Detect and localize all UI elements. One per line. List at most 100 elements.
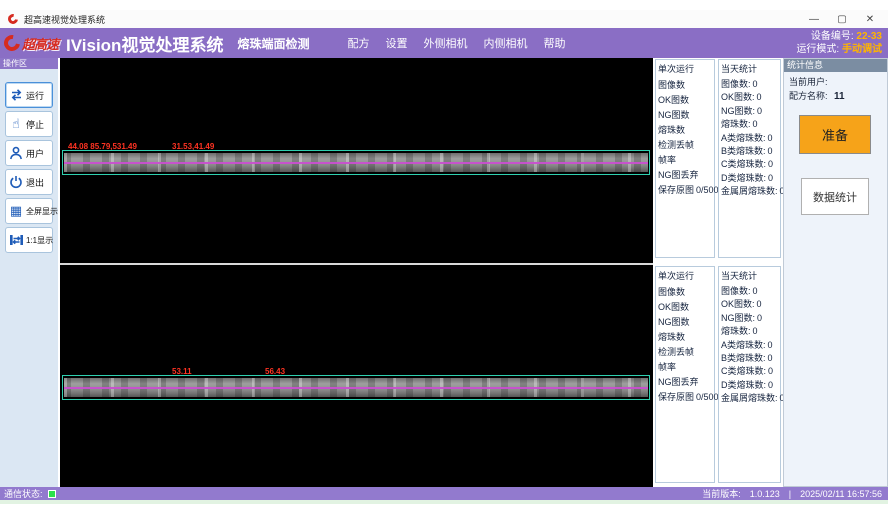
comm-status-label: 通信状态:	[4, 487, 43, 500]
exit-button[interactable]: 退出	[5, 169, 53, 195]
recipe-name-label: 配方名称:	[789, 91, 828, 101]
user-button[interactable]: 用户	[5, 140, 53, 166]
detection-box	[62, 150, 650, 175]
stat-row: 金属屑熔珠数:0	[719, 392, 780, 405]
camera1-stats-section: 单次运行 图像数 OK图数 NG图数 熔珠数 检测丢帧 帧率 NG图丢弃 保存原…	[655, 58, 781, 262]
single-run-title: 单次运行	[656, 267, 714, 285]
daily-stats-title: 当天统计	[719, 60, 780, 78]
stat-row: NG图数	[656, 315, 714, 330]
current-user-row: 当前用户:	[784, 75, 832, 88]
run-mode-value: 手动调试	[842, 44, 882, 55]
stat-row: 检测丢帧	[656, 345, 714, 360]
menu-item-recipe[interactable]: 配方	[347, 35, 369, 51]
bead-line	[64, 162, 648, 164]
outer-camera-image[interactable]: 44.08 85.79,531.49 31.53,41.49	[60, 58, 653, 263]
stat-row: 熔珠数	[656, 123, 714, 138]
stat-row: B类熔珠数:0	[719, 352, 780, 365]
fullscreen-button-label: 全屏显示	[26, 206, 58, 217]
prepare-button[interactable]: 准备	[799, 115, 871, 154]
inner-camera-image[interactable]: 53.11 56.43	[60, 265, 653, 487]
menu-item-outer-camera[interactable]: 外侧相机	[423, 35, 467, 51]
single-run-groupbox: 单次运行 图像数 OK图数 NG图数 熔珠数 检测丢帧 帧率 NG图丢弃 保存原…	[655, 59, 715, 258]
app-title: IVision视觉处理系统	[66, 31, 223, 56]
comm-status-indicator	[48, 490, 56, 498]
menu-item-settings[interactable]: 设置	[385, 35, 407, 51]
stat-row: 帧率	[656, 153, 714, 168]
camera2-stats-section: 单次运行 图像数 OK图数 NG图数 熔珠数 检测丢帧 帧率 NG图丢弃 保存原…	[655, 265, 781, 487]
stat-row: A类熔珠数:0	[719, 339, 780, 352]
recipe-name-row: 配方名称: 11	[784, 89, 845, 102]
main-menu: 配方 设置 外侧相机 内侧相机 帮助	[347, 35, 565, 51]
single-run-groupbox: 单次运行 图像数 OK图数 NG图数 熔珠数 检测丢帧 帧率 NG图丢弃 保存原…	[655, 266, 715, 483]
device-number-label: 设备编号:	[811, 31, 854, 42]
stat-row: B类熔珠数:0	[719, 145, 780, 158]
datetime-value: 2025/02/11 16:57:56	[800, 489, 882, 499]
brand-name: 超高速	[22, 34, 58, 53]
status-separator: |	[789, 489, 791, 499]
stat-row: 熔珠数:0	[719, 118, 780, 131]
stat-row: 图像数:0	[719, 78, 780, 91]
stat-row: D类熔珠数:0	[719, 379, 780, 392]
version-value: 1.0.123	[750, 489, 780, 499]
stat-row: NG图丢弃	[656, 375, 714, 390]
info-panel-title: 统计信息	[784, 59, 887, 72]
recipe-name-value: 11	[834, 91, 845, 102]
stat-row: OK图数:0	[719, 298, 780, 311]
close-button[interactable]: ✕	[856, 10, 884, 28]
exit-button-label: 退出	[26, 176, 44, 189]
stop-button-label: 停止	[26, 118, 44, 131]
taskbar-edge	[0, 500, 888, 504]
current-user-label: 当前用户:	[789, 77, 828, 87]
stop-button[interactable]: ☝ 停止	[5, 111, 53, 137]
run-button-label: 运行	[26, 89, 44, 102]
one-to-one-display-button[interactable]: 1:1显示	[5, 227, 53, 253]
stop-hand-icon: ☝	[8, 116, 24, 132]
stat-row: D类熔珠数:0	[719, 172, 780, 185]
bead-line	[64, 387, 648, 389]
stat-row: 保存原图0/500	[656, 183, 714, 198]
main-content: 操作区 运行 ☝ 停止 用户	[0, 58, 888, 487]
app-header: 超高速 IVision视觉处理系统 熔珠端面检测 配方 设置 外侧相机 内侧相机…	[0, 28, 888, 58]
run-button[interactable]: 运行	[5, 82, 53, 108]
stat-row: 图像数	[656, 78, 714, 93]
stat-row: 熔珠数:0	[719, 325, 780, 338]
stat-row: C类熔珠数:0	[719, 158, 780, 171]
brand-logo-icon	[1, 32, 23, 54]
menu-item-help[interactable]: 帮助	[543, 35, 565, 51]
stat-row: OK图数	[656, 93, 714, 108]
weld-strip-image	[64, 153, 648, 172]
stat-row: A类熔珠数:0	[719, 132, 780, 145]
run-mode-label: 运行模式:	[796, 44, 839, 55]
minimize-button[interactable]: —	[800, 10, 828, 28]
stat-row: 图像数	[656, 285, 714, 300]
one-to-one-button-label: 1:1显示	[26, 235, 53, 246]
app-window: 超高速视觉处理系统 — ▢ ✕ 超高速 IVision视觉处理系统 熔珠端面检测…	[0, 0, 888, 522]
menu-item-inner-camera[interactable]: 内侧相机	[483, 35, 527, 51]
statistics-info-panel: 统计信息 当前用户: 配方名称: 11 准备 数据统计	[783, 58, 888, 487]
stat-row: NG图数	[656, 108, 714, 123]
stat-row: 金属屑熔珠数:0	[719, 185, 780, 198]
stat-row: 帧率	[656, 360, 714, 375]
detection-box	[62, 375, 650, 400]
data-statistics-button[interactable]: 数据统计	[801, 178, 869, 215]
maximize-button[interactable]: ▢	[828, 10, 856, 28]
statistics-column: 单次运行 图像数 OK图数 NG图数 熔珠数 检测丢帧 帧率 NG图丢弃 保存原…	[655, 58, 781, 487]
stat-row: 图像数:0	[719, 285, 780, 298]
operation-sidebar: 操作区 运行 ☝ 停止 用户	[0, 58, 58, 487]
stat-row: 检测丢帧	[656, 138, 714, 153]
user-icon	[8, 145, 24, 161]
status-bar: 通信状态: 当前版本: 1.0.123 | 2025/02/11 16:57:5…	[0, 487, 888, 500]
device-info: 设备编号: 22-33 运行模式: 手动调试	[796, 30, 882, 56]
device-number-value: 22-33	[856, 31, 882, 42]
fullscreen-grid-icon: ▦	[8, 203, 24, 219]
window-title: 超高速视觉处理系统	[24, 13, 105, 26]
weld-strip-image	[64, 378, 648, 397]
daily-stats-groupbox: 当天统计 图像数:0 OK图数:0 NG图数:0 熔珠数:0 A类熔珠数:0 B…	[718, 266, 781, 483]
stat-row: C类熔珠数:0	[719, 365, 780, 378]
stat-row: NG图数:0	[719, 105, 780, 118]
single-run-title: 单次运行	[656, 60, 714, 78]
one-to-one-icon	[8, 232, 24, 248]
fullscreen-display-button[interactable]: ▦ 全屏显示	[5, 198, 53, 224]
stat-row: OK图数	[656, 300, 714, 315]
daily-stats-groupbox: 当天统计 图像数:0 OK图数:0 NG图数:0 熔珠数:0 A类熔珠数:0 B…	[718, 59, 781, 258]
